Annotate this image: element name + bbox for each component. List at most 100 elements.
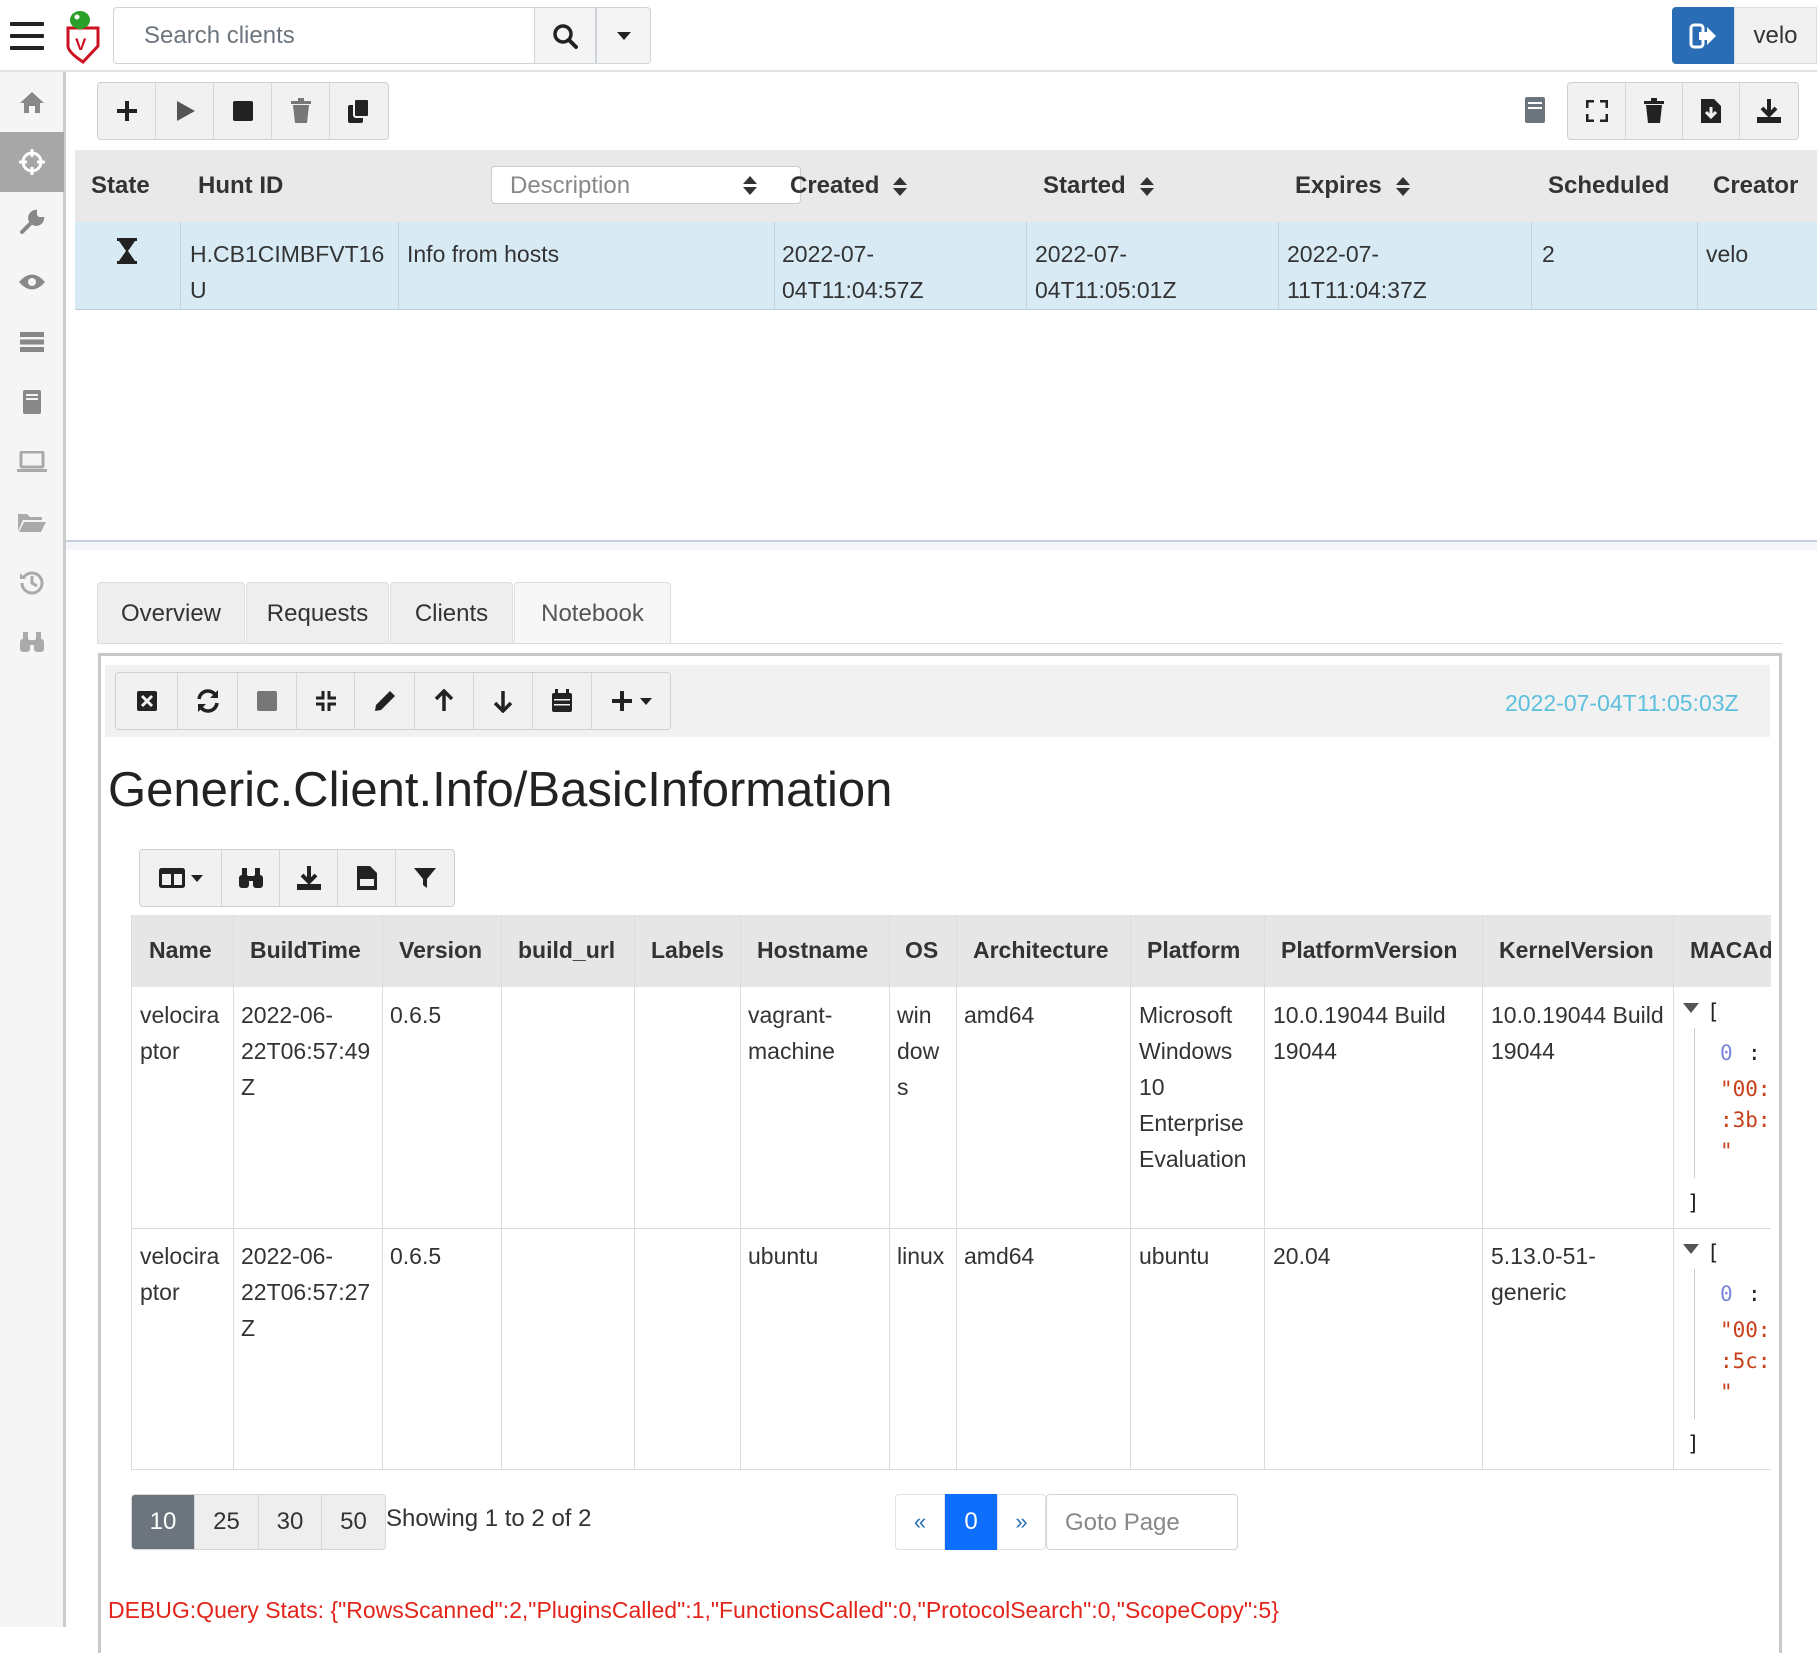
col-header-created[interactable]: Created	[790, 172, 908, 200]
table-toolbar	[139, 849, 455, 907]
expires-cell: 2022-07- 11T11:04:37Z	[1287, 241, 1427, 303]
sidebar-item-artifacts[interactable]	[0, 192, 64, 252]
stop-calculation-button[interactable]	[238, 673, 297, 729]
tab-overview[interactable]: Overview	[97, 582, 245, 644]
sidebar-item-events[interactable]	[0, 252, 64, 312]
cell-timestamp: 2022-07-04T11:05:03Z	[1505, 690, 1739, 716]
sort-icon[interactable]	[1139, 176, 1154, 197]
json-collapse-icon[interactable]	[1683, 1244, 1699, 1254]
col-header-creator[interactable]: Creator	[1713, 172, 1798, 200]
pane-splitter[interactable]	[66, 540, 1817, 550]
stop-icon	[232, 100, 254, 122]
col-header-state[interactable]: State	[91, 172, 150, 200]
sort-icon[interactable]	[1395, 176, 1410, 197]
col-header-buildtime[interactable]: BuildTime	[250, 937, 361, 964]
filter-icon	[413, 866, 437, 890]
logout-button[interactable]	[1672, 7, 1734, 64]
prev-page-button[interactable]: «	[895, 1494, 945, 1550]
tab-clients[interactable]: Clients	[390, 582, 513, 644]
sidebar-item-home[interactable]	[0, 72, 64, 132]
caret-down-icon	[190, 874, 203, 882]
search-button[interactable]	[534, 7, 596, 64]
move-cell-up-button[interactable]	[415, 673, 474, 729]
collapse-cell-button[interactable]	[297, 673, 355, 729]
sidebar-item-history[interactable]	[0, 552, 64, 612]
download-csv-button[interactable]	[338, 850, 396, 906]
json-index: 0	[1720, 1282, 1733, 1306]
filter-button[interactable]	[396, 850, 454, 906]
download-json-button[interactable]	[280, 850, 338, 906]
page-size-30[interactable]: 30	[258, 1494, 322, 1550]
sort-icon[interactable]	[893, 176, 908, 197]
recalculate-button[interactable]	[178, 673, 238, 729]
search-clients-input[interactable]: Search clients	[113, 7, 535, 64]
col-header-labels[interactable]: Labels	[651, 937, 724, 964]
book-icon	[21, 389, 43, 415]
copy-icon	[347, 98, 371, 124]
page-size-10[interactable]: 10	[131, 1494, 195, 1550]
hunt-row[interactable]: H.CB1CIMBFVT16 U Info from hosts 2022-07-…	[75, 222, 1817, 310]
hostname-cell: vagrant-machine	[748, 1002, 835, 1064]
download-icon	[1756, 98, 1782, 124]
sidebar-item-clients[interactable]	[0, 432, 64, 492]
sidebar-item-server[interactable]	[0, 312, 64, 372]
tabs-divider	[97, 643, 1782, 644]
move-cell-down-button[interactable]	[474, 673, 533, 729]
export-file-button[interactable]	[1683, 83, 1740, 139]
json-collapse-icon[interactable]	[1683, 1003, 1699, 1013]
fullscreen-button[interactable]	[1568, 83, 1626, 139]
sidebar-item-notebooks[interactable]	[0, 372, 64, 432]
col-header-hostname[interactable]: Hostname	[757, 937, 868, 964]
col-header-kernelversion[interactable]: KernelVersion	[1499, 937, 1654, 964]
search-dropdown-button[interactable]	[596, 7, 651, 64]
download-button[interactable]	[1740, 83, 1798, 139]
json-string-value: "00::5c: "	[1720, 1318, 1771, 1404]
col-header-started[interactable]: Started	[1043, 172, 1154, 200]
column-selector-button[interactable]	[140, 850, 222, 906]
col-header-version[interactable]: Version	[399, 937, 482, 964]
sidebar-item-files[interactable]	[0, 492, 64, 552]
page-size-50[interactable]: 50	[321, 1494, 386, 1550]
tab-notebook[interactable]: Notebook	[514, 582, 671, 644]
download-icon	[296, 865, 322, 891]
col-header-build-url[interactable]: build_url	[518, 937, 615, 964]
col-header-macaddress[interactable]: MACAd	[1690, 937, 1771, 964]
col-header-os[interactable]: OS	[905, 937, 938, 964]
history-icon	[19, 569, 45, 595]
new-hunt-button[interactable]	[98, 83, 156, 139]
run-hunt-button[interactable]	[156, 83, 214, 139]
hunt-id-cell[interactable]: H.CB1CIMBFVT16 U	[190, 236, 384, 308]
current-user[interactable]: velo	[1734, 7, 1817, 64]
sort-icon[interactable]	[743, 176, 757, 196]
add-cell-button[interactable]	[592, 673, 670, 729]
close-cell-button[interactable]	[116, 673, 178, 729]
name-cell: velocira ptor	[140, 1243, 220, 1305]
col-header-scheduled[interactable]: Scheduled	[1548, 172, 1669, 200]
current-page-button[interactable]: 0	[945, 1494, 997, 1550]
delete-button[interactable]	[1626, 83, 1683, 139]
copy-hunt-button[interactable]	[330, 83, 388, 139]
goto-page-input[interactable]: Goto Page	[1046, 1494, 1238, 1550]
tab-requests[interactable]: Requests	[246, 582, 389, 644]
top-navbar: V Search clients velo	[0, 0, 1817, 72]
next-page-button[interactable]: »	[997, 1494, 1046, 1550]
search-table-button[interactable]	[222, 850, 280, 906]
page-size-25[interactable]: 25	[194, 1494, 259, 1550]
delete-hunt-button[interactable]	[272, 83, 330, 139]
sidebar-item-hunt-manager[interactable]	[0, 132, 64, 192]
stop-hunt-button[interactable]	[214, 83, 272, 139]
trash-icon	[1643, 98, 1665, 124]
edit-cell-button[interactable]	[355, 673, 415, 729]
col-header-name[interactable]: Name	[149, 937, 212, 964]
timeline-button[interactable]	[533, 673, 592, 729]
sidebar	[0, 72, 66, 1627]
hamburger-menu-icon[interactable]	[10, 22, 44, 52]
caret-down-icon	[616, 31, 631, 40]
sidebar-item-search[interactable]	[0, 612, 64, 672]
col-header-platform[interactable]: Platform	[1147, 937, 1240, 964]
col-header-platformversion[interactable]: PlatformVersion	[1281, 937, 1457, 964]
notebook-icon[interactable]	[1524, 96, 1552, 126]
col-header-architecture[interactable]: Architecture	[973, 937, 1108, 964]
col-header-expires[interactable]: Expires	[1295, 172, 1410, 200]
col-header-hunt-id[interactable]: Hunt ID	[198, 172, 283, 200]
